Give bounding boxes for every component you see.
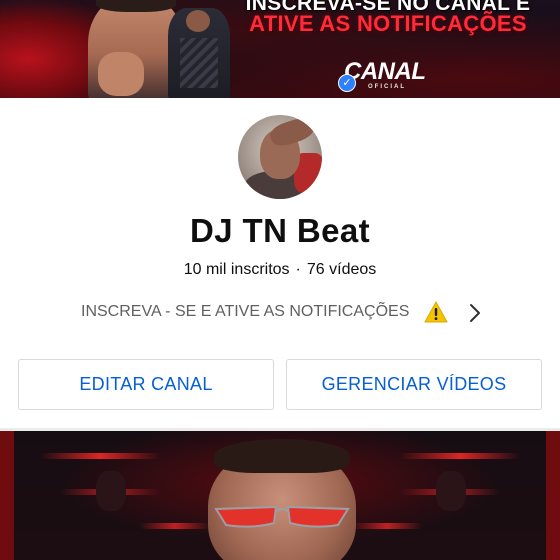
edit-channel-button[interactable]: EDITAR CANAL — [18, 359, 274, 410]
warning-icon — [424, 301, 448, 323]
banner-person-image-2 — [168, 8, 230, 98]
manage-videos-button[interactable]: GERENCIAR VÍDEOS — [286, 359, 542, 410]
logo-subtext: OFICIAL — [368, 84, 406, 90]
official-channel-logo: CANAL OFICIAL ✓ — [338, 58, 426, 94]
video-count: 76 vídeos — [306, 261, 377, 278]
channel-banner: INSCREVA-SE NO CANAL E ATIVE AS NOTIFICA… — [0, 0, 560, 98]
video-thumbnail[interactable] — [0, 431, 560, 560]
subscriber-count: 10 mil inscritos — [183, 261, 290, 278]
stats-separator: · — [295, 261, 301, 278]
glasses-shape — [214, 505, 350, 528]
banner-subheadline: ATIVE AS NOTIFICAÇÕES — [249, 11, 527, 36]
channel-stats: 10 mil inscritos · 76 vídeos — [0, 261, 560, 279]
channel-name: DJ TN Beat — [189, 212, 371, 249]
chevron-right-icon[interactable] — [466, 302, 484, 324]
channel-description: INSCREVA - SE E ATIVE AS NOTIFICAÇÕES — [81, 303, 410, 320]
verified-check-icon: ✓ — [338, 74, 356, 92]
channel-description-row[interactable]: INSCREVA - SE E ATIVE AS NOTIFICAÇÕES — [0, 300, 560, 326]
channel-avatar[interactable] — [238, 115, 322, 199]
logo-word: CANAL — [344, 58, 426, 85]
